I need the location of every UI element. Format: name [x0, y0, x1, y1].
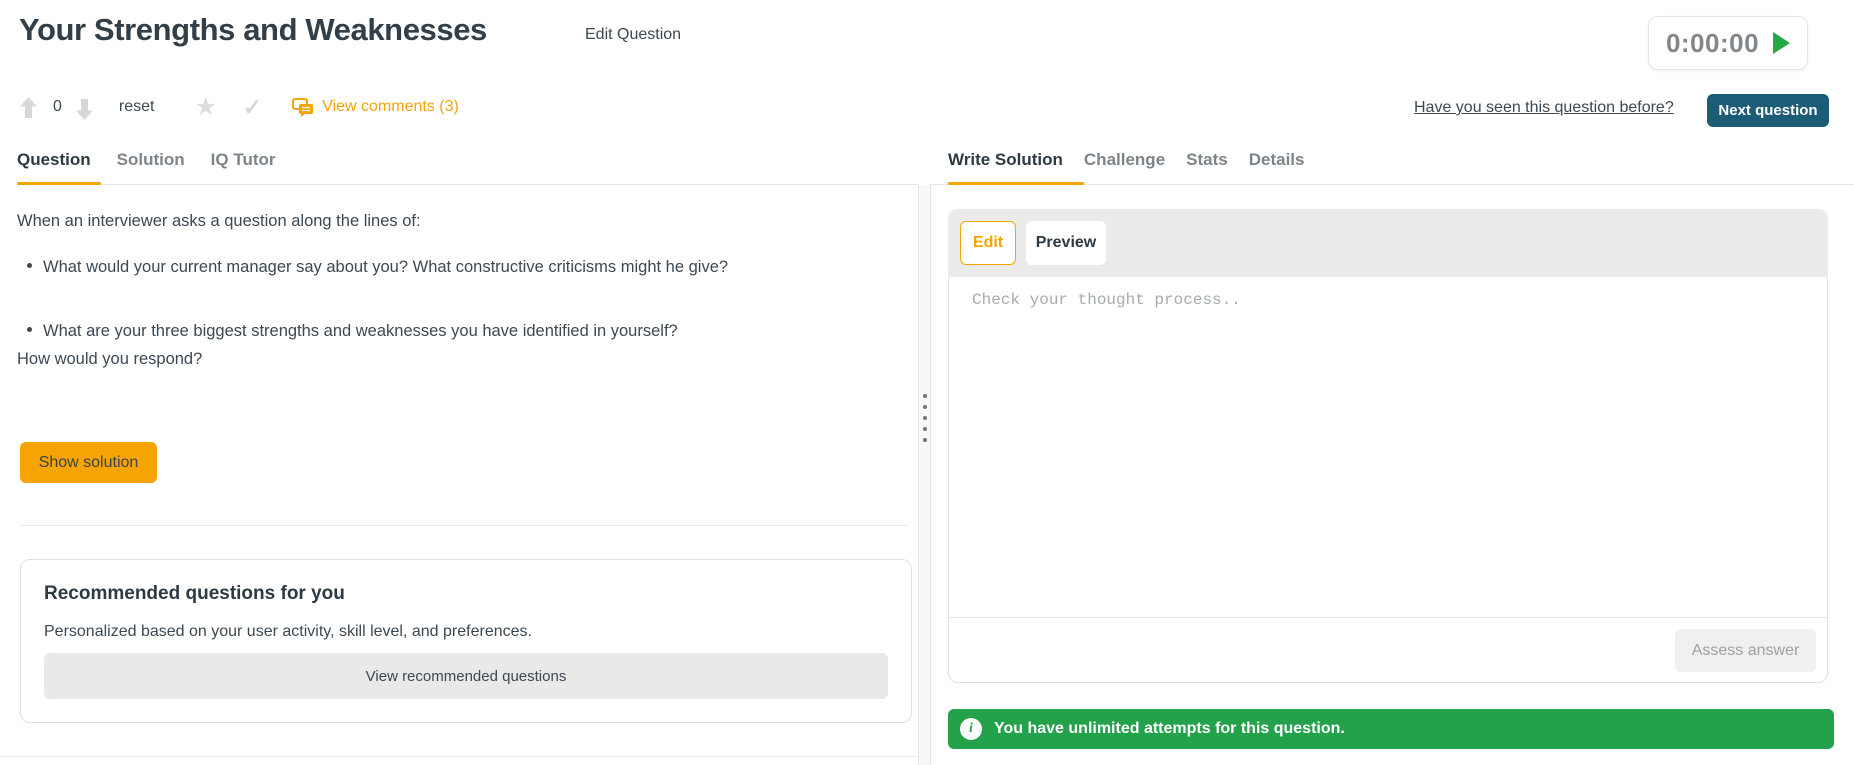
right-active-tab-underline — [948, 182, 1084, 185]
tab-question[interactable]: Question — [17, 150, 91, 170]
edit-mode-button[interactable]: Edit — [960, 221, 1016, 265]
star-icon[interactable]: ★ — [194, 94, 216, 120]
question-intro: When an interviewer asks a question alon… — [17, 212, 421, 230]
right-tab-bar: Write Solution Challenge Stats Details — [948, 150, 1304, 170]
attempts-banner: i You have unlimited attempts for this q… — [948, 709, 1834, 749]
panel-resize-handle[interactable] — [918, 185, 931, 765]
left-tab-divider — [17, 184, 918, 185]
view-comments-label: View comments (3) — [322, 98, 459, 115]
tab-write-solution[interactable]: Write Solution — [948, 150, 1063, 170]
vote-bar: 0 reset ★ ✓ View comments (3) — [20, 92, 459, 122]
section-divider — [20, 525, 908, 526]
attempts-banner-text: You have unlimited attempts for this que… — [994, 720, 1345, 737]
editor-footer-divider — [949, 617, 1827, 618]
tab-iq-tutor[interactable]: IQ Tutor — [211, 150, 276, 170]
reset-link[interactable]: reset — [119, 98, 155, 116]
left-tab-bar: Question Solution IQ Tutor — [17, 150, 276, 170]
check-icon[interactable]: ✓ — [243, 95, 262, 119]
recommended-subtitle: Personalized based on your user activity… — [44, 623, 532, 640]
tab-solution[interactable]: Solution — [117, 150, 185, 170]
drag-dots-icon — [922, 394, 927, 442]
question-outro: How would you respond? — [17, 350, 203, 368]
tab-details[interactable]: Details — [1249, 150, 1305, 170]
preview-mode-button[interactable]: Preview — [1026, 221, 1106, 265]
question-bullet-1: What would your current manager say abou… — [17, 256, 923, 278]
info-icon: i — [960, 718, 982, 740]
seen-before-link[interactable]: Have you seen this question before? — [1414, 99, 1674, 117]
assess-answer-button[interactable]: Assess answer — [1675, 629, 1816, 672]
view-recommended-button[interactable]: View recommended questions — [44, 653, 888, 699]
left-panel-bottom-border — [0, 756, 918, 757]
timer: 0:00:00 — [1648, 16, 1808, 70]
recommended-title: Recommended questions for you — [44, 583, 345, 604]
question-bullet-2: What are your three biggest strengths an… — [17, 320, 923, 342]
view-comments-link[interactable]: View comments (3) — [292, 97, 459, 117]
vote-count: 0 — [53, 98, 62, 115]
upvote-icon[interactable] — [20, 96, 37, 118]
page-title: Your Strengths and Weaknesses — [19, 12, 487, 47]
downvote-icon[interactable] — [75, 98, 93, 120]
editor-toolbar: Edit Preview — [948, 209, 1828, 277]
timer-value: 0:00:00 — [1665, 27, 1760, 58]
tab-stats[interactable]: Stats — [1186, 150, 1228, 170]
show-solution-button[interactable]: Show solution — [20, 442, 157, 483]
solution-input[interactable] — [970, 289, 1810, 608]
comments-icon — [292, 97, 314, 117]
tab-challenge[interactable]: Challenge — [1084, 150, 1165, 170]
play-icon[interactable] — [1773, 32, 1791, 54]
left-active-tab-underline — [17, 182, 101, 185]
edit-question-link[interactable]: Edit Question — [585, 26, 681, 44]
next-question-button[interactable]: Next question — [1707, 94, 1829, 127]
